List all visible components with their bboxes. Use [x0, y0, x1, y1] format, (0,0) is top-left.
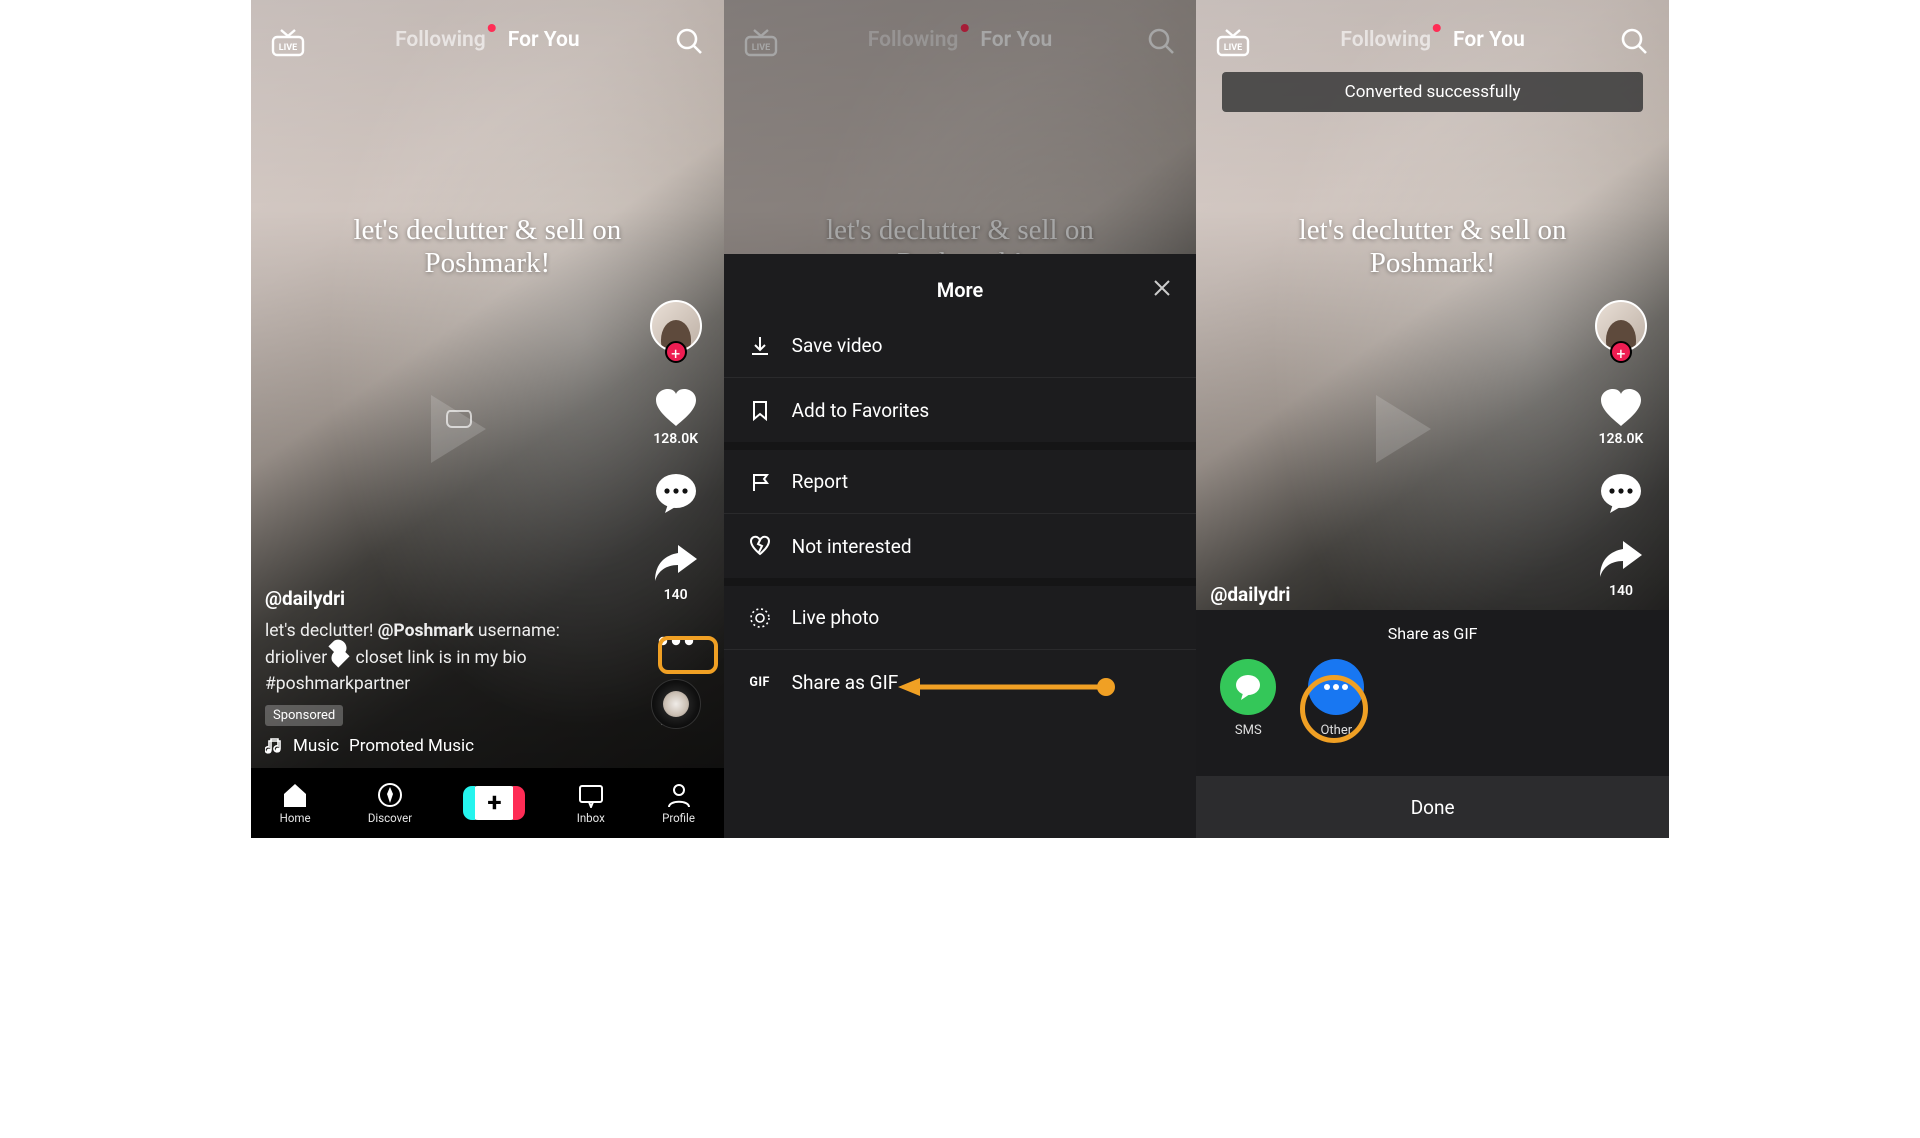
right-rail: + 128.0K 140 — [646, 300, 706, 729]
video-caption-overlay: let's declutter & sell on Poshmark! — [302, 214, 672, 281]
row-add-favorites[interactable]: Add to Favorites — [724, 378, 1197, 442]
tab-profile[interactable]: Profile — [662, 782, 695, 825]
follow-plus-icon[interactable]: + — [665, 341, 687, 363]
other-icon — [1308, 659, 1364, 715]
search-icon[interactable] — [1619, 26, 1649, 60]
tab-following[interactable]: Following — [1340, 28, 1431, 52]
tab-inbox[interactable]: Inbox — [577, 782, 605, 825]
live-icon[interactable]: LIVE — [271, 28, 305, 62]
screenshot-3: LIVE Following For You Converted success… — [1196, 0, 1669, 838]
share-target-other[interactable]: Other — [1308, 659, 1364, 738]
tab-home[interactable]: Home — [280, 782, 311, 825]
row-share-gif[interactable]: GIF Share as GIF — [724, 650, 1197, 714]
row-report[interactable]: Report — [724, 450, 1197, 514]
tab-following[interactable]: Following — [395, 28, 486, 52]
like-button[interactable]: 128.0K — [653, 389, 698, 447]
svg-text:LIVE: LIVE — [1224, 43, 1242, 53]
download-icon — [748, 335, 772, 357]
flag-icon — [748, 471, 772, 493]
livephoto-icon — [748, 607, 772, 629]
more-button[interactable] — [655, 625, 697, 657]
tab-discover[interactable]: Discover — [368, 782, 412, 825]
comment-button[interactable] — [655, 473, 697, 517]
follow-plus-icon[interactable]: + — [1610, 341, 1632, 363]
row-save-video[interactable]: Save video — [724, 314, 1197, 378]
sheet-title: More — [724, 278, 1197, 302]
music-row[interactable]: Music Promoted Music — [265, 736, 605, 756]
author-handle[interactable]: @dailydri — [265, 587, 605, 610]
close-icon[interactable] — [1152, 278, 1172, 302]
author-handle[interactable]: @dailydri — [1210, 583, 1290, 606]
tab-for-you[interactable]: For You — [1453, 28, 1525, 52]
following-dot-icon — [488, 24, 496, 32]
video-description[interactable]: let's declutter! @Poshmark username: dri… — [265, 618, 605, 697]
gif-icon: GIF — [748, 675, 772, 690]
share-count: 140 — [664, 587, 688, 603]
live-icon[interactable]: LIVE — [1216, 28, 1250, 62]
gif-sheet-title: Share as GIF — [1196, 610, 1669, 651]
bookmark-icon — [748, 399, 772, 421]
share-gif-sheet: Share as GIF SMS Other Done — [1196, 610, 1669, 838]
svg-text:LIVE: LIVE — [279, 43, 297, 53]
done-button[interactable]: Done — [1196, 776, 1669, 838]
like-count: 128.0K — [653, 431, 698, 447]
toast-converted: Converted successfully — [1222, 72, 1643, 112]
play-icon[interactable] — [431, 395, 486, 463]
search-icon[interactable] — [674, 26, 704, 60]
sms-icon — [1220, 659, 1276, 715]
share-target-sms[interactable]: SMS — [1220, 659, 1276, 738]
row-live-photo[interactable]: Live photo — [724, 586, 1197, 650]
screenshot-1: LIVE Following For You let's declutter &… — [251, 0, 724, 838]
more-sheet: More Save video Add to Favorites Report — [724, 254, 1197, 838]
video-meta: @dailydri let's declutter! @Poshmark use… — [265, 587, 605, 756]
heartbreak-icon — [748, 535, 772, 557]
sponsored-badge: Sponsored — [265, 705, 343, 726]
comment-button[interactable] — [1600, 473, 1642, 513]
bottom-tabbar: Home Discover + Inbox Profile — [251, 768, 724, 838]
like-button[interactable]: 128.0K — [1599, 389, 1644, 447]
white-heart-icon — [329, 646, 350, 667]
row-not-interested[interactable]: Not interested — [724, 514, 1197, 578]
tab-for-you[interactable]: For You — [508, 28, 580, 52]
sound-disc-icon[interactable] — [651, 679, 701, 729]
share-button[interactable]: 140 — [654, 543, 698, 603]
top-header: LIVE Following For You — [251, 22, 724, 72]
create-button[interactable]: + — [469, 786, 519, 820]
screenshot-2: LIVE Following For You let's declutter &… — [724, 0, 1197, 838]
share-button[interactable]: 140 — [1599, 539, 1643, 599]
play-icon[interactable] — [1376, 395, 1431, 463]
